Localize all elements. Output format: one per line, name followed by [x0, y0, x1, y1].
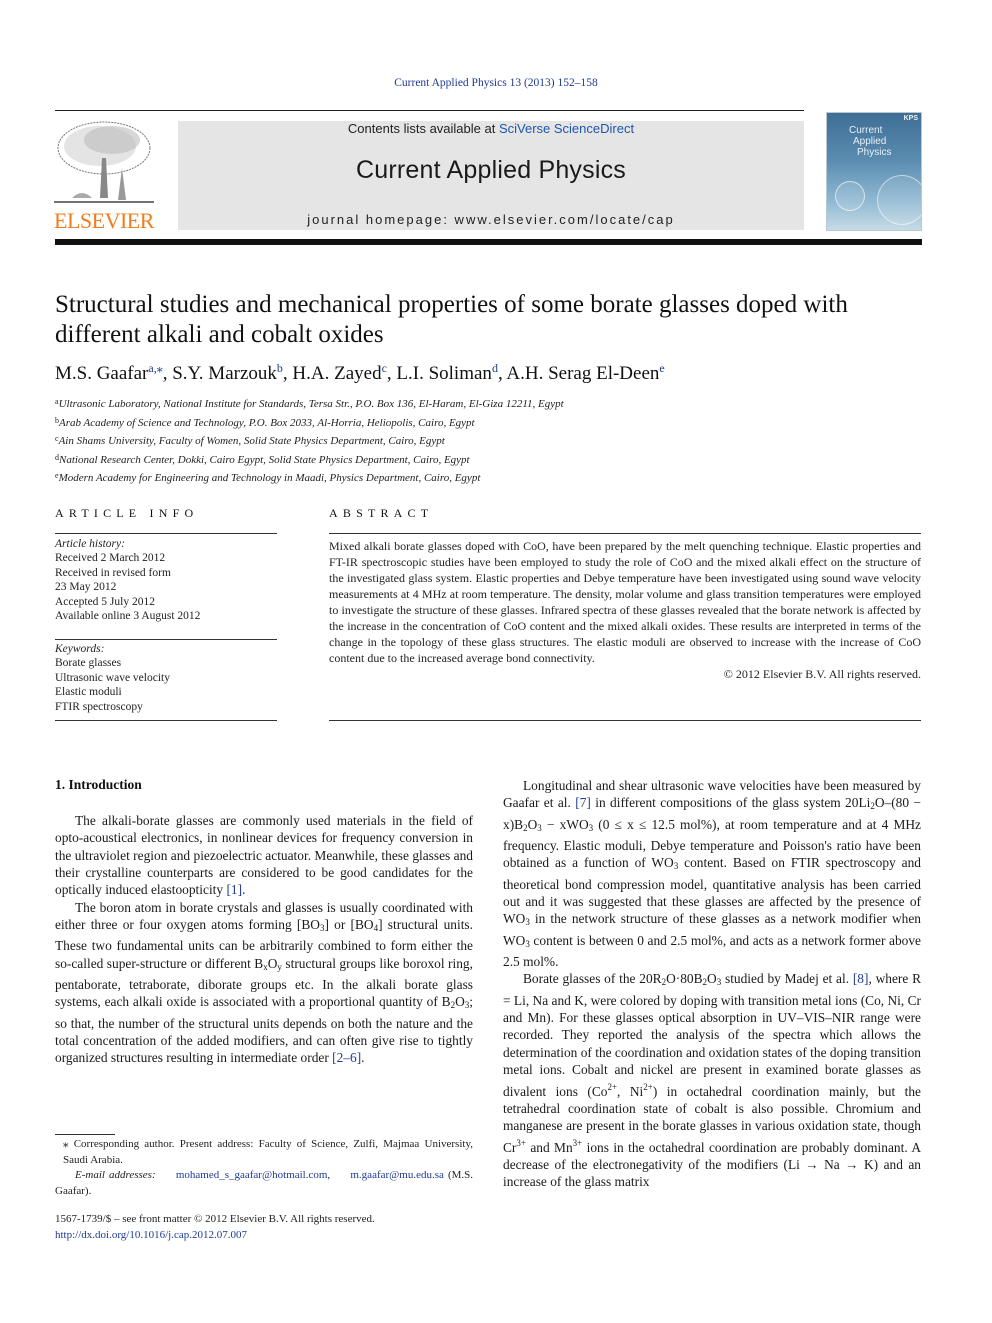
history-item: Received in revised form: [55, 566, 171, 579]
author-name[interactable]: H.A. Zayed: [292, 363, 381, 384]
author-list: M.S. Gaafara,⁎, S.Y. Marzoukb, H.A. Zaye…: [55, 361, 665, 384]
journal-name: Current Applied Physics: [355, 156, 626, 184]
abstract-heading: ABSTRACT: [329, 506, 434, 520]
masthead-bottom-rule: [55, 239, 922, 245]
cover-badge: KPS: [903, 115, 918, 122]
author-affiliation-marker[interactable]: e: [659, 361, 664, 375]
email-link[interactable]: mohamed_s_gaafar@hotmail.com: [176, 1169, 328, 1181]
cover-bubble-icon: [877, 175, 921, 225]
affiliations: aUltrasonic Laboratory, National Institu…: [55, 394, 755, 487]
history-item: 23 May 2012: [55, 581, 117, 594]
cover-bubble-icon: [835, 181, 865, 211]
keywords: Keywords: Borate glasses Ultrasonic wave…: [55, 642, 277, 714]
body-column-right: Longitudinal and shear ultrasonic wave v…: [503, 777, 921, 1191]
author-name[interactable]: S.Y. Marzouk: [172, 363, 277, 384]
footnotes: ⁎ Corresponding author. Present address:…: [55, 1138, 473, 1197]
history-item: Accepted 5 July 2012: [55, 595, 155, 608]
divider: [55, 533, 277, 534]
publisher-wordmark: ELSEVIER: [54, 208, 154, 233]
history-item: Available online 3 August 2012: [55, 610, 201, 623]
paragraph: Longitudinal and shear ultrasonic wave v…: [503, 778, 921, 970]
citation-link[interactable]: [7]: [575, 795, 591, 810]
author-name[interactable]: M.S. Gaafar: [55, 363, 148, 384]
author-name[interactable]: A.H. Serag El-Deen: [506, 363, 659, 384]
author-affiliation-marker[interactable]: b: [277, 361, 283, 375]
masthead-top-rule: [55, 110, 804, 111]
paragraph: The alkali-borate glasses are commonly u…: [55, 813, 473, 898]
author-affiliation-marker[interactable]: d: [492, 361, 498, 375]
citation-link[interactable]: [1]: [226, 882, 242, 897]
body-column-left: The alkali-borate glasses are commonly u…: [55, 812, 473, 1067]
divider: [55, 639, 277, 640]
cover-title: Current Applied Physics: [849, 125, 892, 158]
section-heading-introduction: 1. Introduction: [55, 777, 142, 792]
author-affiliation-marker[interactable]: c: [382, 361, 387, 375]
doi-link[interactable]: http://dx.doi.org/10.1016/j.cap.2012.07.…: [55, 1228, 495, 1244]
affiliation-item: aUltrasonic Laboratory, National Institu…: [55, 397, 564, 410]
contents-line: Contents lists available at SciVerse Sci…: [347, 121, 635, 136]
article-info-heading: ARTICLE INFO: [55, 506, 199, 520]
article-title: Structural studies and mechanical proper…: [55, 291, 848, 348]
sciencedirect-link[interactable]: SciVerse ScienceDirect: [499, 121, 634, 136]
affiliation-item: dNational Research Center, Dokki, Cairo …: [55, 452, 470, 466]
journal-cover-image: KPS Current Applied Physics: [826, 112, 922, 231]
corresponding-author-note: ⁎ Corresponding author. Present address:…: [63, 1138, 473, 1166]
citation-link[interactable]: [2–6]: [332, 1050, 361, 1065]
journal-homepage[interactable]: journal homepage: www.elsevier.com/locat…: [178, 212, 804, 227]
email-link[interactable]: m.gaafar@mu.edu.sa: [350, 1169, 444, 1181]
running-head-citation[interactable]: Current Applied Physics 13 (2013) 152–15…: [0, 77, 992, 89]
article-history-label: Article history:: [55, 538, 125, 550]
issn-line: 1567-1739/$ – see front matter © 2012 El…: [55, 1213, 375, 1225]
paragraph: Borate glasses of the 20R2O·80B2O3 studi…: [503, 971, 921, 1190]
footnote-rule: [55, 1134, 115, 1135]
email-label: E-mail addresses:: [75, 1169, 156, 1181]
keywords-label: Keywords:: [55, 643, 105, 655]
divider: [329, 720, 921, 721]
keyword-item: Elastic moduli: [55, 686, 122, 699]
abstract-copyright: © 2012 Elsevier B.V. All rights reserved…: [723, 667, 921, 681]
author-affiliation-marker[interactable]: a,⁎: [148, 361, 162, 375]
front-matter-info: 1567-1739/$ – see front matter © 2012 El…: [55, 1212, 495, 1243]
paragraph: The boron atom in borate crystals and gl…: [55, 899, 473, 1066]
divider: [329, 533, 921, 534]
keyword-item: FTIR spectroscopy: [55, 700, 143, 713]
abstract-body: Mixed alkali borate glasses doped with C…: [329, 539, 921, 681]
affiliation-item: cAin Shams University, Faculty of Women,…: [55, 434, 445, 447]
history-item: Received 2 March 2012: [55, 552, 166, 565]
article-history: Article history: Received 2 March 2012 R…: [55, 537, 277, 623]
keyword-item: Ultrasonic wave velocity: [55, 671, 170, 684]
citation-link[interactable]: [8]: [853, 971, 869, 986]
author-name[interactable]: L.I. Soliman: [396, 363, 492, 384]
affiliation-item: eModern Academy for Engineering and Tech…: [55, 471, 481, 484]
divider: [55, 720, 277, 721]
keyword-item: Borate glasses: [55, 657, 122, 670]
affiliation-item: bArab Academy of Science and Technology,…: [55, 415, 475, 429]
